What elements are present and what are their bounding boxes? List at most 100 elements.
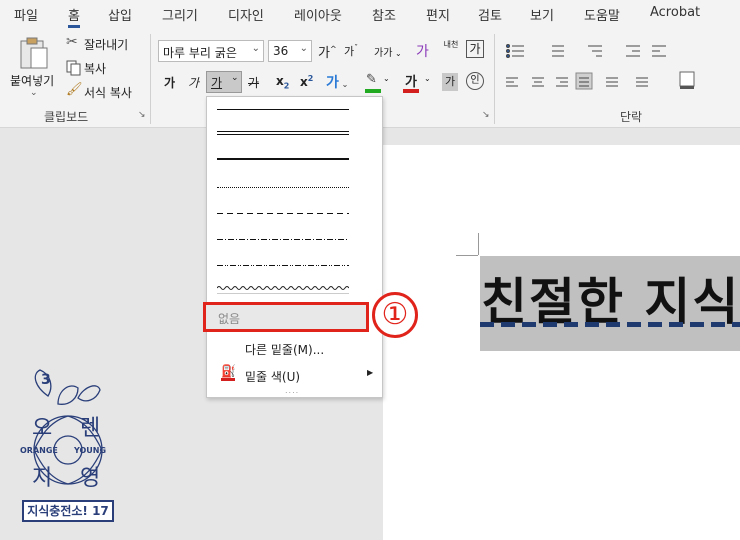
- highlighter-icon: ✎: [366, 72, 377, 87]
- character-border-label: 가: [469, 42, 481, 56]
- character-border-button[interactable]: 가: [466, 40, 484, 58]
- phonetic-guide-button[interactable]: 내천: [442, 40, 460, 49]
- copy-button[interactable]: 복사: [64, 58, 124, 78]
- font-name-value: 마루 부리 굵은: [163, 46, 237, 60]
- logo-text: 영: [80, 466, 101, 491]
- cut-button[interactable]: ✂ 잘라내기: [64, 34, 144, 54]
- divider: [494, 34, 495, 124]
- font-color-swatch: [403, 89, 419, 93]
- shrink-font-label: 가: [344, 45, 355, 58]
- tab-layout[interactable]: 레이아웃: [294, 5, 342, 24]
- tab-file[interactable]: 파일: [14, 5, 38, 24]
- chevron-down-icon: ⌄: [30, 88, 38, 98]
- format-painter-button[interactable]: 🖌 서식 복사: [64, 82, 144, 102]
- dialog-launcher-icon[interactable]: ↘: [482, 110, 490, 120]
- tab-draw[interactable]: 그리기: [162, 5, 198, 24]
- underline-label: 가: [211, 76, 223, 90]
- change-case-button[interactable]: 가가 ⌄: [374, 44, 402, 59]
- tab-design[interactable]: 디자인: [228, 5, 264, 24]
- tab-help[interactable]: 도움말: [584, 5, 620, 24]
- grow-font-button[interactable]: 가^: [318, 42, 337, 61]
- submenu-arrow-icon: ▶: [367, 368, 374, 377]
- copy-icon: [66, 60, 81, 76]
- underline-color-label: 밑줄 색(U): [245, 370, 301, 384]
- underline-dotted-option[interactable]: [217, 187, 349, 188]
- highlight-button[interactable]: ✎ ⌄: [364, 72, 390, 94]
- superscript-label: x: [300, 75, 308, 89]
- font-size-select[interactable]: 36 ⌄: [268, 40, 312, 62]
- font-color-button[interactable]: 가 ⌄: [402, 72, 432, 94]
- clipboard-group-label: 클립보드: [44, 110, 89, 124]
- underline-button[interactable]: 가 ⌄: [206, 71, 242, 93]
- underline-none-label: 없음: [218, 312, 241, 326]
- paste-icon: [20, 37, 48, 69]
- enclose-character-button[interactable]: 인: [466, 72, 484, 90]
- text-effects-button[interactable]: 가 ⌄: [326, 72, 348, 92]
- chevron-down-icon: ⌄: [383, 74, 390, 83]
- underline-thick-option[interactable]: [217, 158, 349, 160]
- logo-text: 오: [32, 416, 53, 441]
- change-case-label: 가가: [374, 48, 393, 59]
- more-underlines-item[interactable]: 다른 밑줄(M)...: [207, 337, 382, 361]
- underline-dash-dot-dot-option[interactable]: [217, 265, 349, 266]
- ribbon-tabs: 파일 홈 삽입 그리기 디자인 레이아웃 참조 편지 검토 보기 도움말 Acr…: [0, 0, 740, 28]
- underline-dropdown-menu: 다른 밑줄(M)... ⛽ 밑줄 색(U) ▶ ....: [206, 96, 383, 398]
- logo-text: YOUNG: [74, 446, 107, 455]
- logo-text: 렌: [80, 416, 101, 441]
- tab-insert[interactable]: 삽입: [108, 5, 132, 24]
- scissors-icon: ✂: [66, 34, 78, 50]
- tab-mailings[interactable]: 편지: [426, 5, 450, 24]
- resize-grip-icon[interactable]: ....: [285, 386, 299, 395]
- crop-mark: [456, 255, 478, 256]
- italic-button[interactable]: 가: [188, 74, 199, 91]
- logo-text: 지: [32, 466, 53, 491]
- tab-home[interactable]: 홈: [68, 5, 80, 28]
- bold-label: 가: [164, 76, 176, 90]
- logo-badge: 지식충전소! 17: [22, 500, 114, 522]
- copy-label: 복사: [84, 62, 107, 76]
- shrink-font-button[interactable]: 가ˇ: [344, 43, 358, 59]
- paste-label: 붙여넣기: [10, 74, 55, 88]
- crop-mark: [478, 233, 479, 255]
- dialog-launcher-icon[interactable]: ↘: [138, 110, 146, 120]
- underline-wave-option[interactable]: [217, 285, 349, 291]
- underline-dash-dot-option[interactable]: [217, 239, 349, 240]
- dashed-underline: [480, 322, 740, 327]
- divider: [150, 34, 151, 124]
- underline-dash-option[interactable]: [217, 213, 349, 214]
- font-color-label: 가: [405, 75, 417, 90]
- font-name-select[interactable]: 마루 부리 굵은 ⌄: [158, 40, 264, 62]
- strikethrough-label: 가: [248, 76, 260, 90]
- clear-format-button[interactable]: 가: [416, 41, 429, 61]
- bold-button[interactable]: 가: [164, 74, 175, 91]
- underline-color-item[interactable]: ⛽ 밑줄 색(U) ▶: [207, 363, 382, 387]
- underline-double-option[interactable]: [217, 131, 349, 135]
- character-shading-label: 가: [444, 75, 456, 88]
- tab-references[interactable]: 참조: [372, 5, 396, 24]
- superscript-button[interactable]: x2: [300, 74, 313, 89]
- step-marker: ①: [372, 292, 418, 338]
- format-painter-label: 서식 복사: [84, 86, 132, 100]
- more-underlines-label: 다른 밑줄(M)...: [245, 343, 325, 357]
- underline-none-option[interactable]: 없음: [203, 302, 369, 332]
- paint-bucket-icon: ⛽: [221, 364, 236, 378]
- chevron-down-icon: ⌄: [251, 43, 260, 54]
- menu-divider: [217, 293, 349, 294]
- chevron-down-icon: ⌄: [231, 73, 239, 83]
- logo-text: ORANGE: [20, 446, 58, 455]
- text-effects-label: 가: [326, 75, 339, 91]
- enclose-character-label: 인: [470, 75, 480, 86]
- tab-acrobat[interactable]: Acrobat: [650, 5, 700, 20]
- strikethrough-button[interactable]: 가: [248, 74, 259, 91]
- tab-review[interactable]: 검토: [478, 5, 502, 24]
- subscript-button[interactable]: x2: [276, 74, 289, 90]
- logo-number: 3: [41, 372, 51, 388]
- underline-single-option[interactable]: [217, 109, 349, 110]
- highlight-color-swatch: [365, 89, 381, 93]
- chevron-down-icon: ⌄: [424, 74, 431, 83]
- tab-view[interactable]: 보기: [530, 5, 554, 24]
- clear-format-label: 가: [416, 44, 429, 60]
- character-shading-button[interactable]: 가: [442, 73, 458, 91]
- paragraph-group-label: 단락: [620, 110, 643, 124]
- paste-button[interactable]: 붙여넣기 ⌄: [8, 34, 58, 98]
